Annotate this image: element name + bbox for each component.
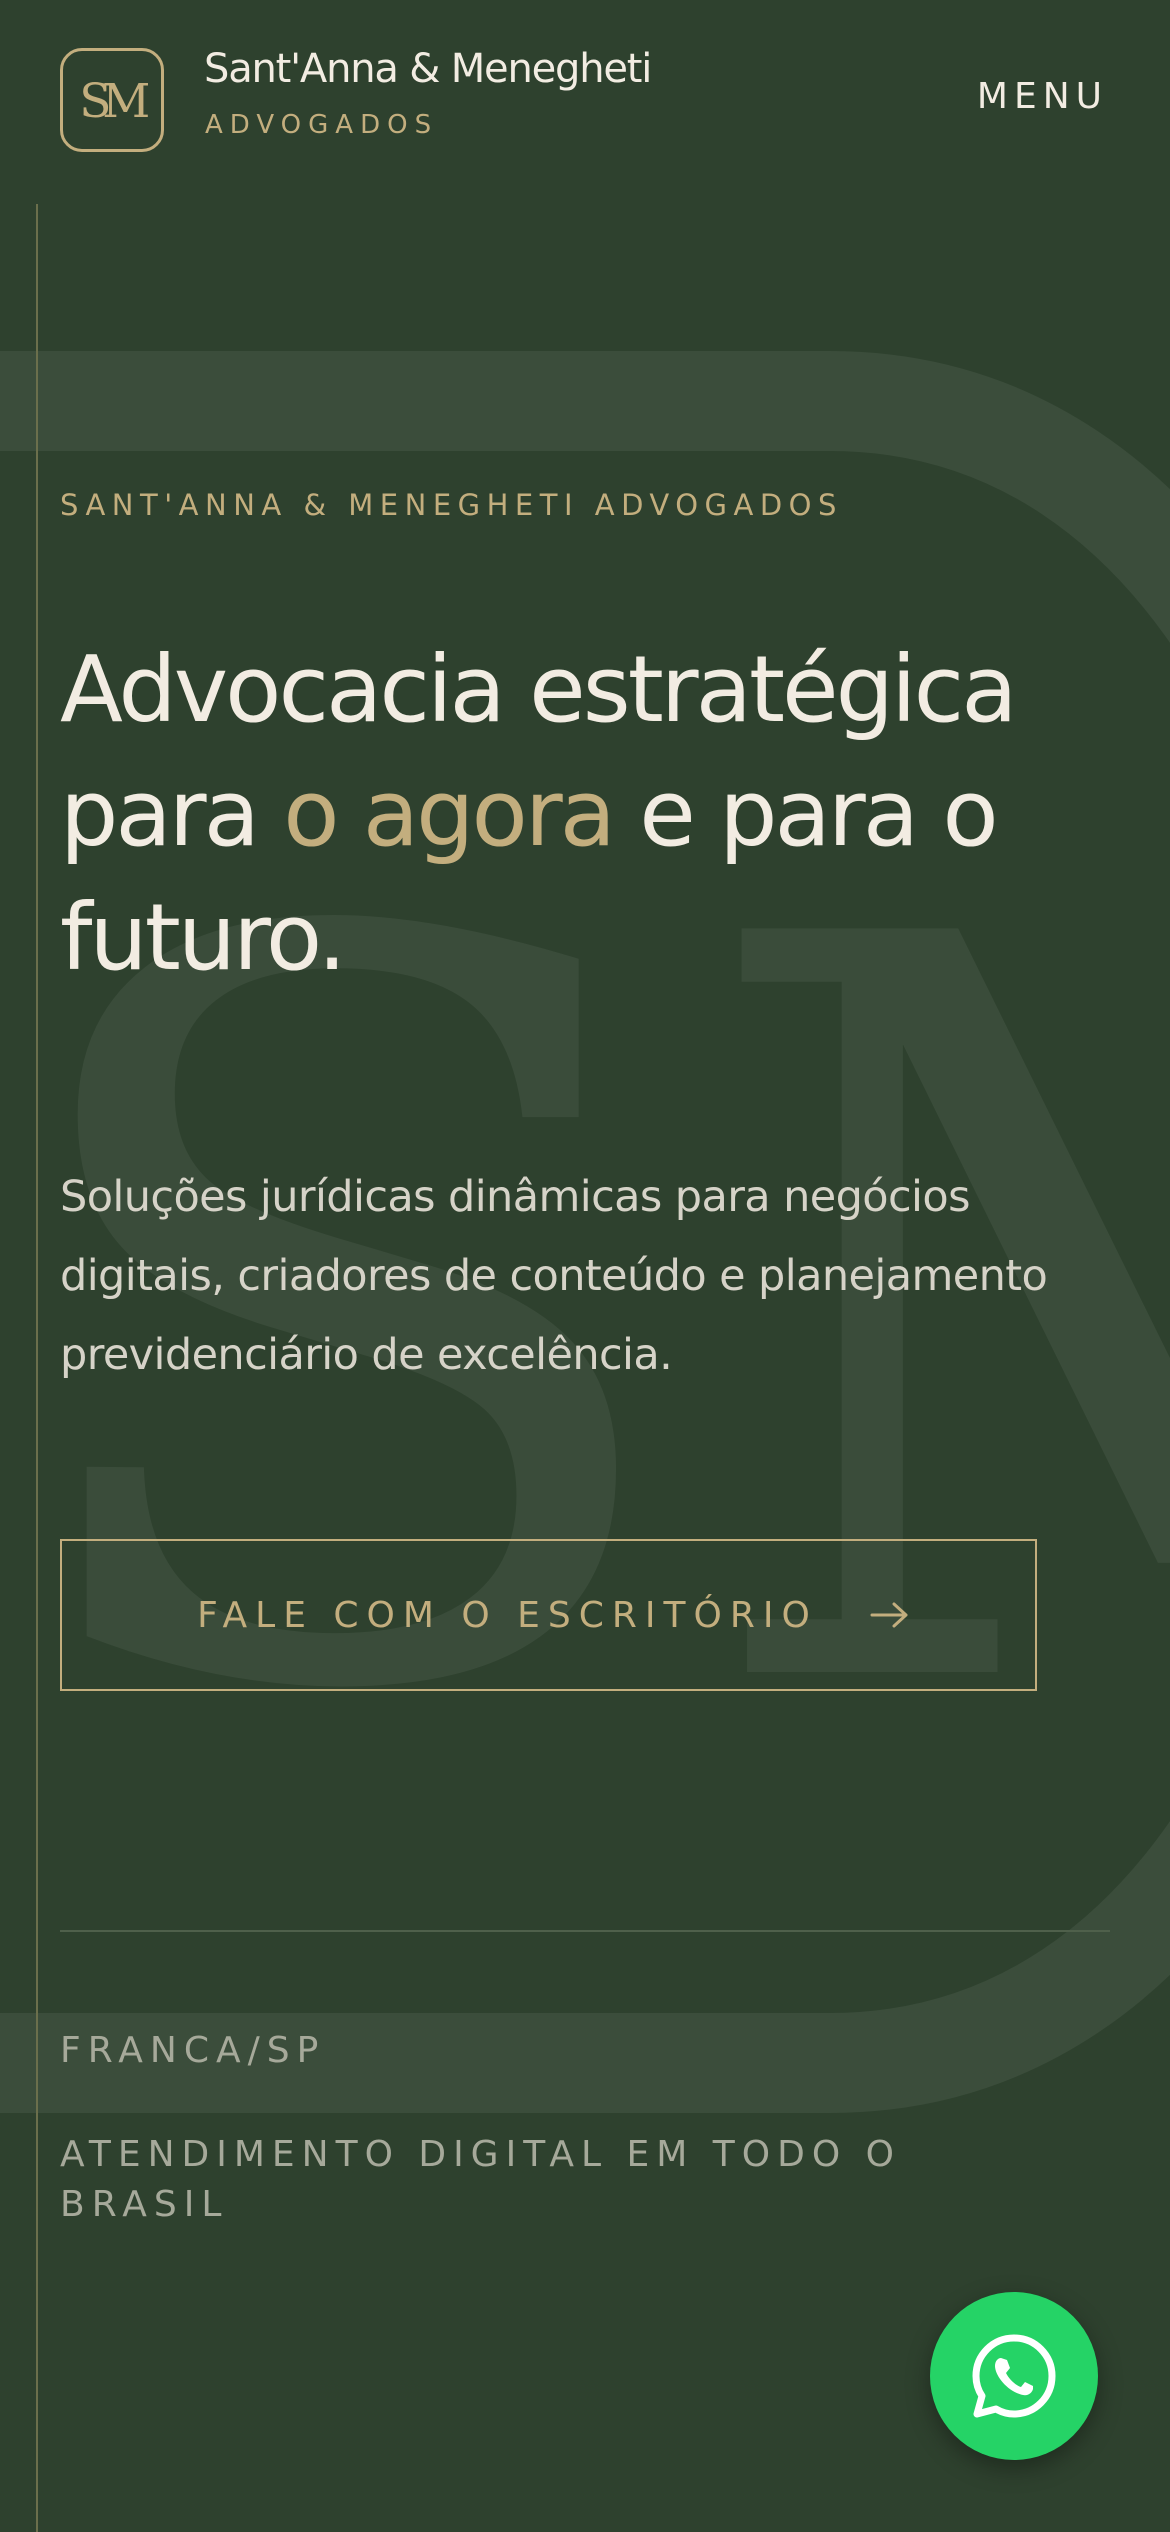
headline-accent: o agora [283,760,616,867]
brand-subtitle: ADVOGADOS [205,110,439,140]
whatsapp-button[interactable] [930,2292,1098,2460]
menu-button[interactable]: MENU [977,76,1108,117]
arrow-right-icon [870,1602,908,1628]
hero-eyebrow: SANT'ANNA & MENEGHETI ADVOGADOS [60,488,843,522]
section-divider [60,1930,1110,1932]
hero-section: SANT'ANNA & MENEGHETI ADVOGADOS Advocaci… [0,0,1170,2532]
contact-office-label: FALE COM O ESCRITÓRIO [197,1594,818,1636]
logo-monogram-icon: SM [79,74,157,129]
brand-name: Sant'Anna & Menegheti [204,46,652,92]
office-location: FRANCA/SP [60,2030,326,2071]
service-area: ATENDIMENTO DIGITAL EM TODO O BRASIL [60,2134,901,2225]
hero-description: Soluções jurídicas dinâmicas para negóci… [60,1172,1048,1380]
contact-office-button[interactable]: FALE COM O ESCRITÓRIO [60,1539,1037,1691]
logo[interactable]: SM [60,48,164,152]
hero-headline: Advocacia estratégica para o agora e par… [60,628,1120,1000]
logo-monogram: SM [79,74,148,129]
site-header: SM Sant'Anna & Menegheti ADVOGADOS MENU [0,0,1170,200]
whatsapp-icon [972,2334,1056,2418]
